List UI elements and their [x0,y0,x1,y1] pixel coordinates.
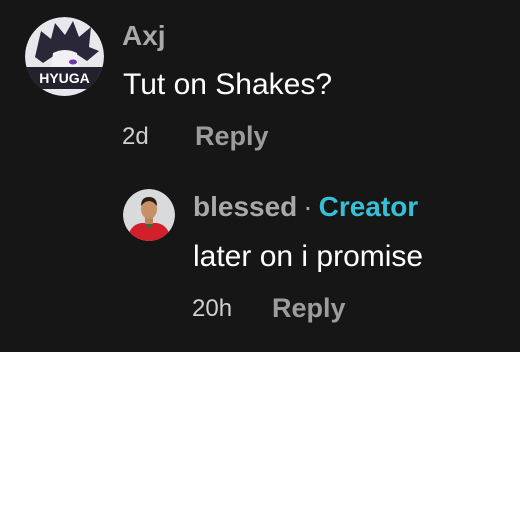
comment-reply-button[interactable]: Reply [195,123,269,150]
avatar-logo-text: HYUGA [39,70,90,86]
screen: HYUGA Axj Tut on Shakes? 2d Reply blesse… [0,0,520,520]
comment-text: Tut on Shakes? [123,68,333,101]
reply-timestamp: 20h [192,295,233,322]
creator-badge: Creator [318,191,419,222]
reply-reply-button[interactable]: Reply [272,295,346,322]
commenter-username[interactable]: Axj [122,22,166,50]
comment-timestamp: 2d [122,123,149,150]
reply-text: later on i promise [193,240,424,273]
commenter-avatar[interactable]: HYUGA [25,17,104,96]
creator-avatar[interactable] [123,189,175,241]
comment-thread-panel: HYUGA Axj Tut on Shakes? 2d Reply blesse… [0,0,520,352]
header-separator: · [303,191,313,222]
creator-username[interactable]: blessed [193,191,297,222]
reply-header: blessed · Creator [193,193,418,221]
